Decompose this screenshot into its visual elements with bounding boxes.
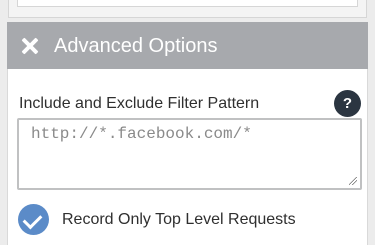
previous-panel-inner (17, 0, 358, 7)
filter-pattern-label: Include and Exclude Filter Pattern (19, 95, 260, 112)
checkmark-icon[interactable] (18, 204, 49, 235)
resize-handle[interactable] (349, 177, 357, 185)
filter-pattern-field (17, 118, 362, 190)
advanced-options-body: Include and Exclude Filter Pattern ? Rec… (7, 69, 368, 245)
section-title: Advanced Options (54, 34, 218, 57)
previous-panel (8, 0, 367, 18)
close-icon[interactable] (21, 37, 39, 55)
record-top-level-label: Record Only Top Level Requests (62, 210, 296, 228)
advanced-options-header[interactable]: Advanced Options (7, 22, 368, 69)
record-top-level-checkbox[interactable]: Record Only Top Level Requests (18, 204, 296, 235)
filter-pattern-textarea[interactable] (19, 120, 360, 188)
help-icon[interactable]: ? (334, 90, 361, 117)
